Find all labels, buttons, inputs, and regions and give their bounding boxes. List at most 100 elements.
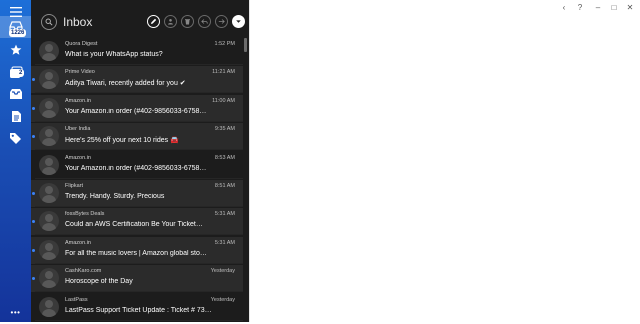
minimize-button[interactable]: – xyxy=(590,1,606,13)
unread-indicator xyxy=(32,277,35,281)
message-subject: LastPass Support Ticket Update : Ticket … xyxy=(65,306,212,314)
message-subject: What is your WhatsApp status? xyxy=(65,51,163,58)
mailbox-button[interactable] xyxy=(0,82,31,106)
message-time: Yesterday xyxy=(210,296,235,303)
reading-pane xyxy=(249,0,640,322)
sender-avatar xyxy=(39,183,59,203)
unread-indicator xyxy=(32,78,35,82)
message-subject: Trendy. Handy. Sturdy. Precious xyxy=(65,193,165,200)
inbox-count-badge: 1226 xyxy=(9,29,27,37)
row-divider xyxy=(35,120,243,122)
message-time: 8:51 AM xyxy=(214,183,235,189)
document-icon xyxy=(11,110,21,122)
message-time: 5:31 AM xyxy=(214,239,235,246)
sender-avatar xyxy=(39,97,59,118)
sender-avatar xyxy=(39,154,59,175)
message-row[interactable]: fossBytes Deals 5:31 AM Could an AWS Certi… xyxy=(31,208,243,236)
message-time: 11:00 AM xyxy=(212,97,235,104)
message-sender: Flipkart xyxy=(65,183,84,189)
message-row[interactable]: Flipkart 8:51 AM Trendy. Handy. Sturdy. Pr… xyxy=(31,180,243,207)
message-subject: Could an AWS Certification Be Your Ticke… xyxy=(65,221,203,229)
compose-button[interactable] xyxy=(147,15,160,28)
forward-icon xyxy=(218,19,225,24)
message-sender: Quora Digest xyxy=(65,41,98,47)
sender-avatar xyxy=(39,69,59,90)
unread-indicator xyxy=(32,135,35,139)
list-header: Inbox xyxy=(31,0,249,42)
scrollbar-thumb[interactable] xyxy=(244,38,247,52)
row-divider xyxy=(35,234,243,236)
message-subject: Your Amazon.in order (#402-9856033-6758… xyxy=(65,107,207,115)
message-sender: Amazon.in xyxy=(65,239,91,246)
help-button[interactable]: ? xyxy=(572,1,588,13)
message-time: 5:31 AM xyxy=(214,211,235,218)
maximize-button[interactable]: □ xyxy=(606,1,622,13)
row-divider xyxy=(35,291,243,293)
message-row[interactable]: Prime Video 11:21 AM Aditya Tiwari, recent… xyxy=(31,66,243,94)
sender-avatar xyxy=(39,126,59,147)
message-row[interactable]: Amazon.in 5:31 AM For all the music lovers… xyxy=(31,236,243,264)
message-row[interactable]: Uber India 9:35 AM Here's 25% off your nex… xyxy=(31,123,243,151)
inbox-folder-button[interactable]: 1226 xyxy=(0,16,31,38)
trash-icon xyxy=(185,19,190,25)
more-options-button[interactable]: ••• xyxy=(0,300,31,324)
message-sender: Prime Video xyxy=(65,69,95,76)
more-actions-button[interactable] xyxy=(232,15,245,28)
message-row[interactable]: CashKaro.com Yesterday Horoscope of the Da… xyxy=(31,265,243,293)
row-divider xyxy=(35,177,243,179)
message-subject: Your Amazon.in order (#402-9856033-6758… xyxy=(65,164,207,172)
row-divider xyxy=(35,262,243,264)
message-time: 8:53 AM xyxy=(214,154,235,161)
sender-avatar xyxy=(39,211,59,232)
message-row[interactable]: LastPass Yesterday LastPass Support Ticket… xyxy=(31,294,243,321)
unread-indicator xyxy=(32,106,35,110)
delete-button[interactable] xyxy=(181,15,194,28)
chevron-down-icon xyxy=(236,20,241,23)
row-divider xyxy=(35,206,243,207)
close-button[interactable]: ✕ xyxy=(622,1,638,13)
message-row[interactable]: Amazon.in 11:00 AM Your Amazon.in order (#… xyxy=(31,94,243,122)
back-button[interactable]: ‹ xyxy=(556,1,572,13)
forward-button[interactable] xyxy=(215,15,228,28)
sender-avatar xyxy=(39,296,59,317)
message-time: 1:52 PM xyxy=(214,41,235,47)
sender-avatar xyxy=(39,239,59,260)
unread-indicator xyxy=(32,248,35,252)
star-icon xyxy=(10,44,21,55)
message-subject: For all the music lovers | Amazon global… xyxy=(65,249,207,257)
pencil-icon xyxy=(151,18,157,24)
reply-button[interactable] xyxy=(198,15,211,28)
folder-title: Inbox xyxy=(63,15,93,29)
message-list-panel: Inbox Quora Digest 1:52 PM What is your Wh… xyxy=(31,0,249,322)
row-divider xyxy=(35,92,243,94)
message-sender: Amazon.in xyxy=(65,97,91,104)
message-row[interactable]: Amazon.in 8:53 AM Your Amazon.in order (#4… xyxy=(31,152,243,179)
message-time: 9:35 AM xyxy=(214,126,235,133)
unread-indicator xyxy=(32,220,35,224)
scrollbar[interactable] xyxy=(244,38,247,322)
row-divider xyxy=(35,64,243,65)
row-divider xyxy=(35,319,243,321)
message-row[interactable]: Quora Digest 1:52 PM What is your WhatsApp… xyxy=(31,38,243,65)
folder-count-badge: 2 xyxy=(17,69,25,77)
person-icon xyxy=(168,19,173,25)
message-time: Yesterday xyxy=(210,268,235,275)
message-subject: Horoscope of the Day xyxy=(65,278,133,286)
sender-avatar xyxy=(39,268,59,289)
message-sender: CashKaro.com xyxy=(65,268,102,275)
tags-button[interactable] xyxy=(0,126,31,150)
message-sender: fossBytes Deals xyxy=(65,211,105,218)
message-subject: Aditya Tiwari, recently added for you ✔ xyxy=(65,80,186,88)
search-button[interactable] xyxy=(41,14,57,30)
documents-folder-button[interactable] xyxy=(0,104,31,128)
unread-indicator xyxy=(32,192,35,195)
folder-2-button[interactable]: 2 xyxy=(0,60,31,84)
navigation-rail: 1226 2 ••• xyxy=(0,0,31,322)
starred-folder-button[interactable] xyxy=(0,38,31,62)
message-sender: LastPass xyxy=(65,296,88,303)
contact-button[interactable] xyxy=(164,15,177,28)
sender-avatar xyxy=(39,41,59,61)
reply-icon xyxy=(201,19,208,24)
message-time: 11:21 AM xyxy=(212,69,235,76)
tag-icon xyxy=(10,132,21,144)
